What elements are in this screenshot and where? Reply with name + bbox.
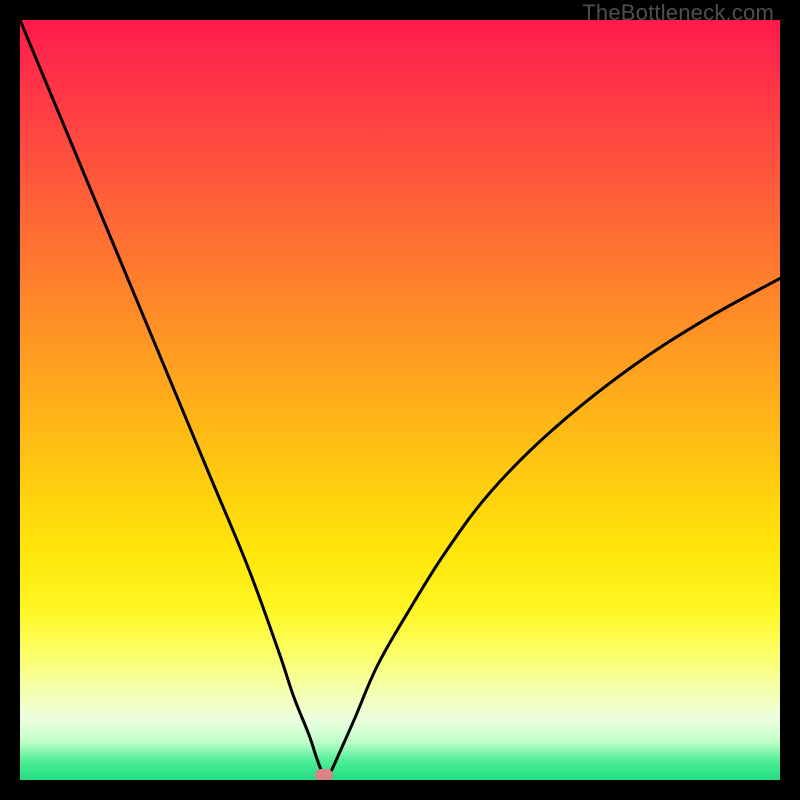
bottleneck-path [20, 20, 780, 775]
optimum-marker [315, 769, 333, 780]
watermark-text: TheBottleneck.com [582, 0, 774, 26]
curve-svg [20, 20, 780, 780]
plot-area [20, 20, 780, 780]
